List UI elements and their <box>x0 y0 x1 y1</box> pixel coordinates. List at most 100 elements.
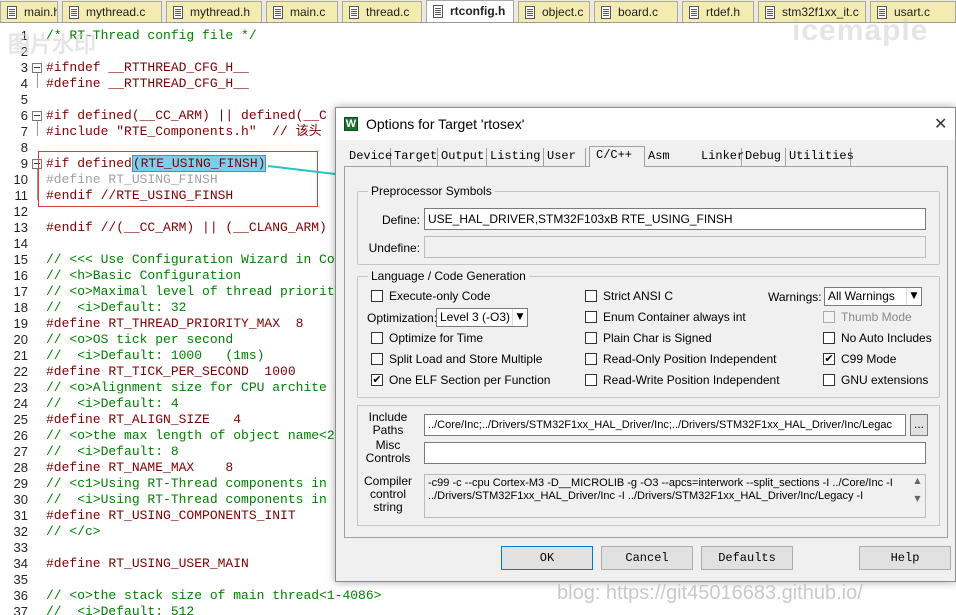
optimization-label: Optimization: <box>367 311 438 325</box>
line-number: 34 <box>13 556 28 571</box>
warnings-value: All Warnings <box>828 289 895 303</box>
include-paths-browse-button[interactable]: ... <box>910 414 928 436</box>
enum-container-label: Enum Container always int <box>603 310 746 324</box>
file-tab-label: board.c <box>618 5 659 19</box>
no-auto-includes-checkbox[interactable] <box>823 332 835 344</box>
line-number: 24 <box>13 396 28 411</box>
file-tab[interactable]: rtdef.h <box>682 1 754 22</box>
code-text: // <i>Default: 8 <box>46 444 179 460</box>
code-token: #define RT_USING_USER_MAIN <box>46 556 249 571</box>
code-token: // <<< Use Configuration Wizard in Co <box>46 252 335 267</box>
annotation-red-box <box>38 151 318 207</box>
chevron-down-icon: ▼ <box>512 309 527 326</box>
define-label: Define: <box>381 213 420 227</box>
tab-linker[interactable]: Linker <box>698 148 744 166</box>
code-token: #define RT_USING_COMPONENTS_INIT <box>46 508 296 523</box>
ok-button[interactable]: OK <box>501 546 593 570</box>
code-text: #include "RTE_Components.h" // 该头 <box>46 124 322 140</box>
c99-mode-checkbox[interactable]: ✔ <box>823 353 835 365</box>
split-load-checkbox[interactable] <box>371 353 383 365</box>
misc-controls-input[interactable] <box>424 442 926 464</box>
execute-only-checkbox[interactable] <box>371 290 383 302</box>
readwrite-pi-label: Read-Write Position Independent <box>603 373 780 387</box>
include-paths-input[interactable]: ../Core/Inc;../Drivers/STM32F1xx_HAL_Dri… <box>424 414 906 436</box>
compiler-control-string[interactable]: -c99 -c --cpu Cortex-M3 -D__MICROLIB -g … <box>424 474 926 518</box>
code-token: #ifndef __RTTHREAD_CFG_H__ <box>46 60 249 75</box>
enum-container-checkbox[interactable] <box>585 311 597 323</box>
tab-debug[interactable]: Debug <box>742 148 786 166</box>
thumb-mode-checkbox <box>823 311 835 323</box>
options-tabs: Device Target Output Listing User C/C++ … <box>346 146 946 167</box>
fold-toggle-icon[interactable] <box>32 111 42 121</box>
file-tab-label: mythread.c <box>86 5 146 19</box>
gnu-extensions-checkbox[interactable] <box>823 374 835 386</box>
fold-toggle-icon[interactable] <box>32 63 42 73</box>
tab-listing[interactable]: Listing <box>487 148 544 166</box>
code-token: // <o>Maximal level of thread priorit <box>46 284 335 299</box>
optimization-value: Level 3 (-O3) <box>440 310 511 324</box>
code-text: #endif //(__CC_ARM) || (__CLANG_ARM) <box>46 220 327 236</box>
optimize-time-label: Optimize for Time <box>389 331 484 345</box>
file-tab-active[interactable]: rtconfig.h <box>426 0 514 22</box>
code-token: #define __RTTHREAD_CFG_H__ <box>46 76 249 91</box>
tab-device[interactable]: Device <box>346 148 392 166</box>
close-icon[interactable]: ✕ <box>934 114 947 134</box>
code-text: // <<< Use Configuration Wizard in Co <box>46 252 335 268</box>
defaults-button[interactable]: Defaults <box>701 546 793 570</box>
cancel-button[interactable]: Cancel <box>601 546 693 570</box>
line-number: 3 <box>20 60 28 75</box>
code-token: // <h>Basic Configuration <box>46 268 242 283</box>
file-tab[interactable]: main.h <box>0 1 58 22</box>
code-token: // <o>OS tick per second <box>46 332 234 347</box>
file-tab[interactable]: main.c <box>266 1 338 22</box>
tab-asm[interactable]: Asm <box>645 148 688 166</box>
line-number: 13 <box>13 220 28 235</box>
line-number: 16 <box>13 268 28 283</box>
code-line: 4 #define __RTTHREAD_CFG_H__ <box>0 76 956 92</box>
thumb-mode-label: Thumb Mode <box>841 310 912 324</box>
code-line: 3 #ifndef __RTTHREAD_CFG_H__ <box>0 60 956 76</box>
tab-utilities[interactable]: Utilities <box>786 148 854 166</box>
code-token: // <i>Using RT-Thread components in <box>46 492 327 507</box>
dialog-title: Options for Target 'rtosex' <box>366 116 525 132</box>
line-number: 9 <box>20 156 28 171</box>
undefine-label: Undefine: <box>368 241 420 255</box>
keil-app-icon: W <box>344 117 358 131</box>
define-input[interactable]: USE_HAL_DRIVER,STM32F103xB RTE_USING_FIN… <box>424 208 926 230</box>
file-tab[interactable]: object.c <box>518 1 590 22</box>
file-icon <box>273 6 283 19</box>
warnings-select[interactable]: All Warnings ▼ <box>824 287 922 306</box>
plain-char-checkbox[interactable] <box>585 332 597 344</box>
line-number: 27 <box>13 444 28 459</box>
code-token: // <o>the max length of object name<2 <box>46 428 335 443</box>
strict-ansi-label: Strict ANSI C <box>603 289 674 303</box>
file-tab[interactable]: board.c <box>594 1 678 22</box>
file-tab[interactable]: mythread.h <box>166 1 262 22</box>
compiler-scrollbar[interactable]: ▲ ▼ <box>911 476 924 516</box>
warnings-label: Warnings: <box>768 290 822 304</box>
tab-target[interactable]: Target <box>391 148 438 166</box>
tab-c-cpp[interactable]: C/C++ <box>589 146 645 167</box>
include-paths-label-2: Paths <box>372 423 404 437</box>
help-button[interactable]: Help <box>859 546 951 570</box>
code-text: #define RT_USING_COMPONENTS_INIT <box>46 508 296 524</box>
tab-output[interactable]: Output <box>438 148 487 166</box>
code-text: #define RT_USING_USER_MAIN <box>46 556 249 572</box>
gnu-extensions-label: GNU extensions <box>841 373 929 387</box>
code-text: // <h>Basic Configuration <box>46 268 241 284</box>
tab-user[interactable]: User <box>544 148 586 166</box>
file-tab[interactable]: thread.c <box>342 1 422 22</box>
optimize-time-checkbox[interactable] <box>371 332 383 344</box>
one-elf-checkbox[interactable]: ✔ <box>371 374 383 386</box>
code-text: // <i>Using RT-Thread components in <box>46 492 327 508</box>
file-tab-label: thread.c <box>366 5 410 19</box>
misc-controls-label-1: Misc <box>375 438 401 452</box>
file-tab[interactable]: mythread.c <box>62 1 162 22</box>
readonly-pi-checkbox[interactable] <box>585 353 597 365</box>
optimization-select[interactable]: Level 3 (-O3) ▼ <box>436 308 528 327</box>
strict-ansi-checkbox[interactable] <box>585 290 597 302</box>
file-tab-label: rtdef.h <box>706 5 741 19</box>
code-text: #define RT_NAME_MAX 8 <box>46 460 233 476</box>
line-number: 35 <box>13 572 28 587</box>
readwrite-pi-checkbox[interactable] <box>585 374 597 386</box>
